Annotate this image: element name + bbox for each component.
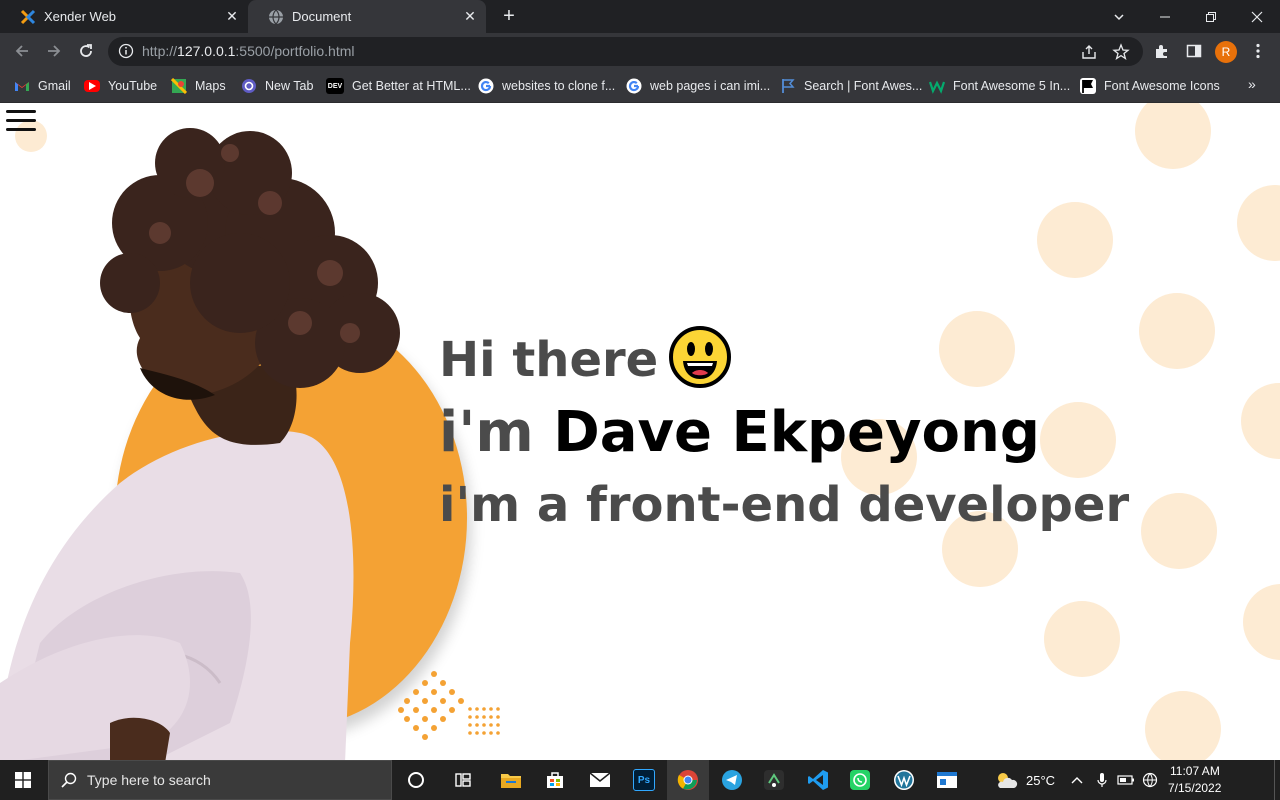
close-tab-icon[interactable]: ✕ bbox=[222, 7, 242, 27]
wordpress-icon[interactable] bbox=[883, 760, 925, 800]
show-desktop-button[interactable] bbox=[1274, 760, 1280, 800]
globe-icon bbox=[268, 9, 284, 25]
hero-text: Hi there i'm Dave Ekpeyong i'm a front-e… bbox=[439, 326, 1130, 539]
vscode-icon[interactable] bbox=[797, 760, 839, 800]
close-window-button[interactable] bbox=[1234, 0, 1280, 33]
greeting-line: Hi there bbox=[439, 326, 1129, 395]
search-icon bbox=[61, 772, 77, 788]
decorative-dot bbox=[1044, 601, 1120, 677]
tab-document[interactable]: Document ✕ bbox=[248, 0, 486, 33]
bookmark-youtube[interactable]: YouTube bbox=[84, 76, 157, 96]
flag-icon bbox=[780, 78, 796, 94]
dev-icon: DEV bbox=[326, 78, 344, 94]
decorative-dot bbox=[1141, 493, 1217, 569]
windows-taskbar: Type here to search Ps 25°C 11:07 AM 7/1… bbox=[0, 760, 1280, 800]
flag-icon bbox=[1080, 78, 1096, 94]
google-icon bbox=[478, 78, 494, 94]
bookmark-font-awesome-5[interactable]: Font Awesome 5 In... bbox=[929, 76, 1070, 96]
file-explorer-icon[interactable] bbox=[490, 760, 532, 800]
whatsapp-icon[interactable] bbox=[839, 760, 881, 800]
windows-start-icon[interactable] bbox=[2, 760, 44, 800]
maps-icon bbox=[171, 78, 187, 94]
google-icon bbox=[626, 78, 642, 94]
decorative-dot bbox=[1139, 293, 1215, 369]
smiley-emoji-icon bbox=[669, 326, 732, 388]
decorative-dot bbox=[1237, 185, 1280, 261]
more-bookmarks-icon[interactable]: » bbox=[1248, 76, 1256, 92]
intro-prefix: i'm bbox=[439, 400, 534, 465]
dot-pattern-decoration bbox=[398, 671, 500, 740]
hamburger-menu-icon[interactable] bbox=[6, 110, 36, 134]
search-placeholder: Type here to search bbox=[87, 772, 211, 788]
clock-time[interactable]: 11:07 AM bbox=[1170, 764, 1220, 778]
browser-toolbar: http://127.0.0.1:5500/portfolio.html R bbox=[0, 33, 1280, 70]
gmail-icon bbox=[14, 78, 30, 94]
address-bar[interactable]: http://127.0.0.1:5500/portfolio.html bbox=[108, 37, 1143, 66]
site-info-icon[interactable] bbox=[118, 43, 134, 59]
profile-avatar[interactable]: R bbox=[1215, 41, 1237, 63]
decorative-dot bbox=[1145, 691, 1221, 760]
bookmark-font-awesome-icons[interactable]: Font Awesome Icons bbox=[1080, 76, 1220, 96]
minimize-button[interactable] bbox=[1142, 0, 1188, 33]
microphone-icon[interactable] bbox=[1090, 760, 1114, 800]
clock-date[interactable]: 7/15/2022 bbox=[1168, 781, 1221, 795]
decorative-dot bbox=[1135, 103, 1211, 169]
tab-title: Xender Web bbox=[44, 9, 117, 24]
chrome-icon[interactable] bbox=[667, 760, 709, 800]
tab-title: Document bbox=[292, 9, 352, 24]
weather-icon[interactable] bbox=[985, 760, 1027, 800]
decorative-dot bbox=[1037, 202, 1113, 278]
w3-icon bbox=[929, 78, 945, 94]
close-tab-icon[interactable]: ✕ bbox=[460, 7, 480, 27]
bookmark-web-pages[interactable]: web pages i can imi... bbox=[626, 76, 770, 96]
bookmark-new-tab[interactable]: New Tab bbox=[241, 76, 313, 96]
app-window-icon[interactable] bbox=[926, 760, 968, 800]
bookmark-search-font-awesome[interactable]: Search | Font Awes... bbox=[780, 76, 922, 96]
cortana-icon[interactable] bbox=[395, 760, 437, 800]
battery-icon[interactable] bbox=[1114, 760, 1138, 800]
photoshop-label: Ps bbox=[633, 769, 655, 791]
developer-name: Dave Ekpeyong bbox=[553, 400, 1040, 465]
profile-photo bbox=[0, 128, 400, 760]
restore-button[interactable] bbox=[1188, 0, 1234, 33]
portfolio-page: Hi there i'm Dave Ekpeyong i'm a front-e… bbox=[0, 103, 1280, 760]
new-tab-icon bbox=[241, 78, 257, 94]
url-text: http://127.0.0.1:5500/portfolio.html bbox=[142, 43, 355, 59]
bookmark-gmail[interactable]: Gmail bbox=[14, 76, 71, 96]
side-panel-icon[interactable] bbox=[1182, 39, 1206, 63]
decorative-dot bbox=[1241, 383, 1280, 459]
menu-dots-icon[interactable] bbox=[1246, 39, 1270, 63]
tab-search-icon[interactable] bbox=[1096, 0, 1142, 33]
name-line: i'm Dave Ekpeyong bbox=[439, 395, 1129, 471]
task-view-icon[interactable] bbox=[442, 760, 484, 800]
extensions-icon[interactable] bbox=[1150, 39, 1174, 63]
bookmarks-bar: Gmail YouTube Maps New Tab DEV Get Better… bbox=[0, 70, 1280, 103]
forward-button[interactable] bbox=[40, 37, 68, 65]
new-tab-button[interactable]: + bbox=[498, 6, 520, 28]
taskbar-search-box[interactable]: Type here to search bbox=[48, 760, 392, 800]
greeting-text: Hi there bbox=[439, 332, 659, 388]
store-icon[interactable] bbox=[534, 760, 576, 800]
git-app-icon[interactable] bbox=[753, 760, 795, 800]
bookmark-websites-to-clone[interactable]: websites to clone f... bbox=[478, 76, 615, 96]
star-icon[interactable] bbox=[1112, 43, 1130, 61]
role-line: i'm a front-end developer bbox=[439, 477, 1130, 533]
photoshop-icon[interactable]: Ps bbox=[623, 760, 665, 800]
network-globe-icon[interactable] bbox=[1138, 760, 1162, 800]
weather-temperature[interactable]: 25°C bbox=[1026, 773, 1055, 788]
youtube-icon bbox=[84, 80, 100, 92]
mail-icon[interactable] bbox=[579, 760, 621, 800]
back-button[interactable] bbox=[8, 37, 36, 65]
tab-strip: Xender Web ✕ Document ✕ + bbox=[0, 0, 1280, 33]
share-icon[interactable] bbox=[1080, 43, 1098, 61]
reload-button[interactable] bbox=[72, 37, 100, 65]
telegram-icon[interactable] bbox=[711, 760, 753, 800]
bookmark-maps[interactable]: Maps bbox=[171, 76, 226, 96]
tab-xender-web[interactable]: Xender Web ✕ bbox=[0, 0, 248, 33]
xender-icon bbox=[20, 9, 36, 25]
bookmark-dev[interactable]: DEV Get Better at HTML... bbox=[326, 76, 471, 96]
decorative-dot bbox=[1243, 584, 1280, 660]
